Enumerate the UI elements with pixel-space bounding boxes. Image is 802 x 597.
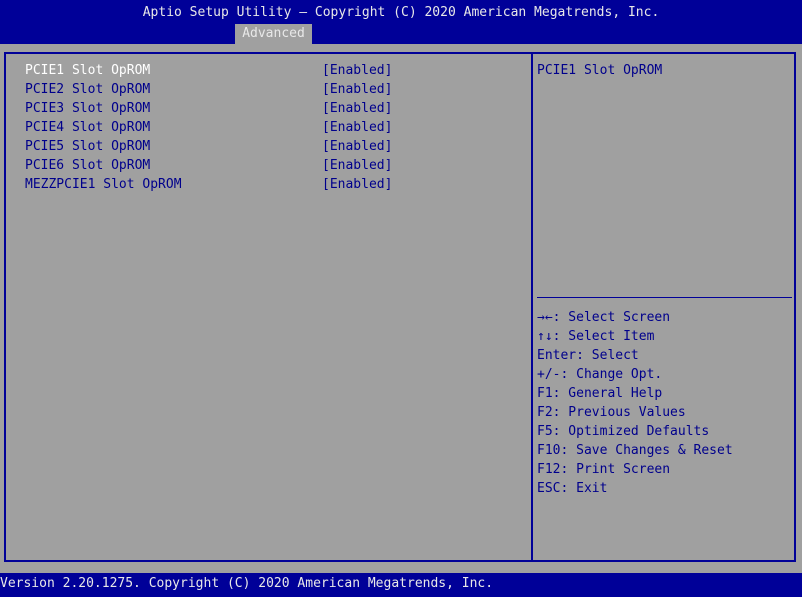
- status-bar: Version 2.20.1275. Copyright (C) 2020 Am…: [0, 573, 802, 597]
- setting-value[interactable]: [Enabled]: [322, 177, 392, 192]
- setting-label: PCIE2 Slot OpROM: [25, 82, 151, 97]
- setting-value[interactable]: [Enabled]: [322, 82, 392, 97]
- version-text: Version 2.20.1275. Copyright (C) 2020 Am…: [0, 576, 494, 591]
- key-hint-print-screen: F12: Print Screen: [537, 462, 671, 477]
- setting-value[interactable]: [Enabled]: [322, 101, 392, 116]
- key-hint-save-reset: F10: Save Changes & Reset: [537, 443, 733, 458]
- item-help-text: PCIE1 Slot OpROM: [537, 63, 663, 78]
- setting-label: PCIE5 Slot OpROM: [25, 139, 151, 154]
- setting-row-pcie4[interactable]: PCIE4 Slot OpROM [Enabled]: [25, 120, 505, 139]
- setting-row-pcie5[interactable]: PCIE5 Slot OpROM [Enabled]: [25, 139, 505, 158]
- setting-row-pcie3[interactable]: PCIE3 Slot OpROM [Enabled]: [25, 101, 505, 120]
- key-hint-enter: Enter: Select: [537, 348, 639, 363]
- setting-label: PCIE4 Slot OpROM: [25, 120, 151, 135]
- key-hint-general-help: F1: General Help: [537, 386, 663, 401]
- setting-row-mezzpcie1[interactable]: MEZZPCIE1 Slot OpROM [Enabled]: [25, 177, 505, 196]
- setting-label: MEZZPCIE1 Slot OpROM: [25, 177, 182, 192]
- key-hint-select-screen: →←: Select Screen: [537, 310, 671, 325]
- setting-value[interactable]: [Enabled]: [322, 63, 392, 78]
- setting-label: PCIE3 Slot OpROM: [25, 101, 151, 116]
- key-hint-change-opt: +/-: Change Opt.: [537, 367, 663, 382]
- app-title: Aptio Setup Utility – Copyright (C) 2020…: [142, 5, 660, 20]
- key-hint-previous-values: F2: Previous Values: [537, 405, 686, 420]
- bios-setup-screen: Aptio Setup Utility – Copyright (C) 2020…: [0, 0, 802, 597]
- title-bar: Aptio Setup Utility – Copyright (C) 2020…: [0, 0, 802, 44]
- setting-row-pcie1[interactable]: PCIE1 Slot OpROM [Enabled]: [25, 63, 505, 82]
- panel-divider: [531, 52, 533, 562]
- key-hint-select-item: ↑↓: Select Item: [537, 329, 655, 344]
- setting-value[interactable]: [Enabled]: [322, 158, 392, 173]
- tab-advanced[interactable]: Advanced: [235, 24, 312, 44]
- key-legend: →←: Select Screen ↑↓: Select Item Enter:…: [537, 310, 733, 500]
- key-hint-optimized-defaults: F5: Optimized Defaults: [537, 424, 710, 439]
- setting-value[interactable]: [Enabled]: [322, 139, 392, 154]
- setting-value[interactable]: [Enabled]: [322, 120, 392, 135]
- setting-row-pcie2[interactable]: PCIE2 Slot OpROM [Enabled]: [25, 82, 505, 101]
- key-hint-exit: ESC: Exit: [537, 481, 608, 496]
- setting-label: PCIE6 Slot OpROM: [25, 158, 151, 173]
- setting-row-pcie6[interactable]: PCIE6 Slot OpROM [Enabled]: [25, 158, 505, 177]
- help-divider: [537, 297, 792, 298]
- setting-label: PCIE1 Slot OpROM: [25, 63, 151, 78]
